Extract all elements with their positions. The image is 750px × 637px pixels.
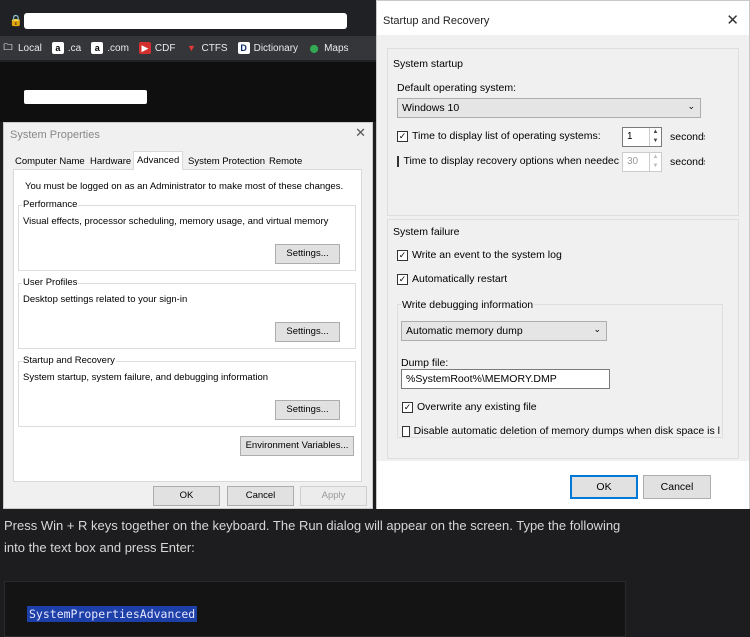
debug-info-panel: Write debugging information Automatic me… <box>397 299 723 438</box>
disable-auto-delete-checkbox[interactable] <box>402 425 410 437</box>
apply-button[interactable]: Apply <box>300 486 367 506</box>
close-icon[interactable]: ✕ <box>726 11 739 29</box>
seconds-label: seconds <box>670 156 705 168</box>
performance-group: Performance Visual effects, processor sc… <box>18 199 356 271</box>
tab-computer-name[interactable]: Computer Name <box>12 154 88 170</box>
user-profiles-label: User Profiles <box>22 277 79 288</box>
time-list-option[interactable]: ✓ Time to display list of operating syst… <box>397 130 601 142</box>
environment-variables-button[interactable]: Environment Variables... <box>240 436 354 456</box>
code-block: SystemPropertiesAdvanced <box>4 581 626 637</box>
time-recovery-spinner[interactable]: 30 ▲ ▼ <box>622 152 662 172</box>
chevron-down-icon: ⌄ <box>593 324 601 334</box>
cdf-icon: ▶ <box>138 42 151 54</box>
dictionary-icon: D <box>237 42 250 54</box>
system-properties-dialog: System Properties ✕ Computer Name Hardwa… <box>3 122 373 509</box>
time-list-checkbox[interactable]: ✓ <box>397 130 408 142</box>
amazon-icon: a <box>51 42 64 54</box>
startup-recovery-desc: System startup, system failure, and debu… <box>23 372 269 383</box>
time-recovery-option[interactable]: Time to display recovery options when ne… <box>397 155 619 167</box>
browser-viewport <box>0 62 376 122</box>
dialog-body: System startup Default operating system:… <box>377 35 749 461</box>
cancel-button[interactable]: Cancel <box>643 475 711 499</box>
spinner-arrows-icon[interactable]: ▲ ▼ <box>649 153 661 171</box>
instruction-paragraph: Press Win + R keys together on the keybo… <box>4 518 621 555</box>
bookmark-amazon-ca[interactable]: a .ca <box>51 42 81 54</box>
bookmark-amazon-com[interactable]: a .com <box>91 42 129 54</box>
admin-notice: You must be logged on as an Administrato… <box>25 181 344 192</box>
redacted-address <box>24 13 347 29</box>
cancel-button[interactable]: Cancel <box>227 486 294 506</box>
startup-recovery-label: Startup and Recovery <box>22 355 116 366</box>
user-profiles-settings-button[interactable]: Settings... <box>275 322 340 342</box>
time-list-spinner[interactable]: 1 ▲ ▼ <box>622 127 662 147</box>
bookmark-maps[interactable]: ⬤ Maps <box>308 42 349 54</box>
spinner-arrows-icon[interactable]: ▲ ▼ <box>649 128 661 146</box>
default-os-label: Default operating system: <box>397 82 517 94</box>
default-os-select[interactable]: Windows 10 ⌄ <box>397 98 701 118</box>
overwrite-checkbox[interactable]: ✓ <box>402 401 413 413</box>
tab-advanced[interactable]: Advanced <box>133 151 184 170</box>
debug-info-label: Write debugging information <box>401 299 535 311</box>
browser-window: 🔒 🗀 Local a .ca a .com ▶ CDF ▼ CTFS D Dictiona… <box>0 0 376 122</box>
seconds-label: seconds <box>670 131 705 143</box>
auto-restart-checkbox[interactable]: ✓ <box>397 273 408 285</box>
bookmark-ctfs[interactable]: ▼ CTFS <box>185 42 228 54</box>
system-startup-label: System startup <box>393 58 464 70</box>
performance-desc: Visual effects, processor scheduling, me… <box>23 216 329 227</box>
redacted-heading <box>24 90 147 104</box>
tab-hardware[interactable]: Hardware <box>87 154 134 170</box>
tab-remote[interactable]: Remote <box>266 154 305 170</box>
startup-recovery-dialog: Startup and Recovery ✕ System startup De… <box>376 0 750 509</box>
chevron-down-icon: ⌄ <box>687 101 695 111</box>
write-event-checkbox[interactable]: ✓ <box>397 249 408 261</box>
bookmark-local[interactable]: 🗀 Local <box>2 42 41 54</box>
bookmarks-bar: 🗀 Local a .ca a .com ▶ CDF ▼ CTFS D Dictionary… <box>0 36 376 60</box>
auto-restart-option[interactable]: ✓ Automatically restart <box>397 273 507 285</box>
dialog-footer: OK Cancel <box>377 461 749 509</box>
ok-button[interactable]: OK <box>570 475 638 499</box>
title-bar: Startup and Recovery ✕ <box>377 1 749 35</box>
ok-button[interactable]: OK <box>153 486 220 506</box>
tab-system-protection[interactable]: System Protection <box>185 154 268 170</box>
dump-file-input[interactable]: %SystemRoot%\MEMORY.DMP <box>401 369 610 389</box>
system-failure-panel: System failure ✓ Write an event to the s… <box>387 219 739 459</box>
maps-pin-icon: ⬤ <box>309 43 319 53</box>
user-profiles-group: User Profiles Desktop settings related t… <box>18 277 356 349</box>
system-failure-label: System failure <box>393 226 460 238</box>
code-text[interactable]: SystemPropertiesAdvanced <box>27 606 198 622</box>
browser-tabstrip: 🔒 <box>0 0 376 34</box>
dialog-title: Startup and Recovery <box>383 15 490 27</box>
time-recovery-checkbox[interactable] <box>397 155 400 167</box>
system-startup-panel: System startup Default operating system:… <box>387 48 739 216</box>
bookmark-cdf[interactable]: ▶ CDF <box>138 42 175 54</box>
startup-recovery-settings-button[interactable]: Settings... <box>275 400 340 420</box>
bookmark-dictionary[interactable]: D Dictionary <box>237 42 298 54</box>
dump-file-label: Dump file: <box>401 357 449 369</box>
performance-label: Performance <box>22 199 79 210</box>
performance-settings-button[interactable]: Settings... <box>275 244 340 264</box>
startup-recovery-group: Startup and Recovery System startup, sys… <box>18 355 356 427</box>
ctfs-icon: ▼ <box>187 43 196 53</box>
user-profiles-desc: Desktop settings related to your sign-in <box>23 294 188 305</box>
close-icon[interactable]: ✕ <box>355 125 366 141</box>
dialog-title: System Properties <box>10 129 100 141</box>
write-event-option[interactable]: ✓ Write an event to the system log <box>397 249 562 261</box>
advanced-tab-panel: You must be logged on as an Administrato… <box>13 169 362 482</box>
disable-auto-delete-option[interactable]: Disable automatic deletion of memory dum… <box>402 425 720 437</box>
lock-icon: 🔒 <box>9 15 23 27</box>
debug-type-select[interactable]: Automatic memory dump ⌄ <box>401 321 607 341</box>
folder-icon: 🗀 <box>3 42 13 52</box>
overwrite-option[interactable]: ✓ Overwrite any existing file <box>402 401 537 413</box>
amazon-icon: a <box>91 42 104 54</box>
